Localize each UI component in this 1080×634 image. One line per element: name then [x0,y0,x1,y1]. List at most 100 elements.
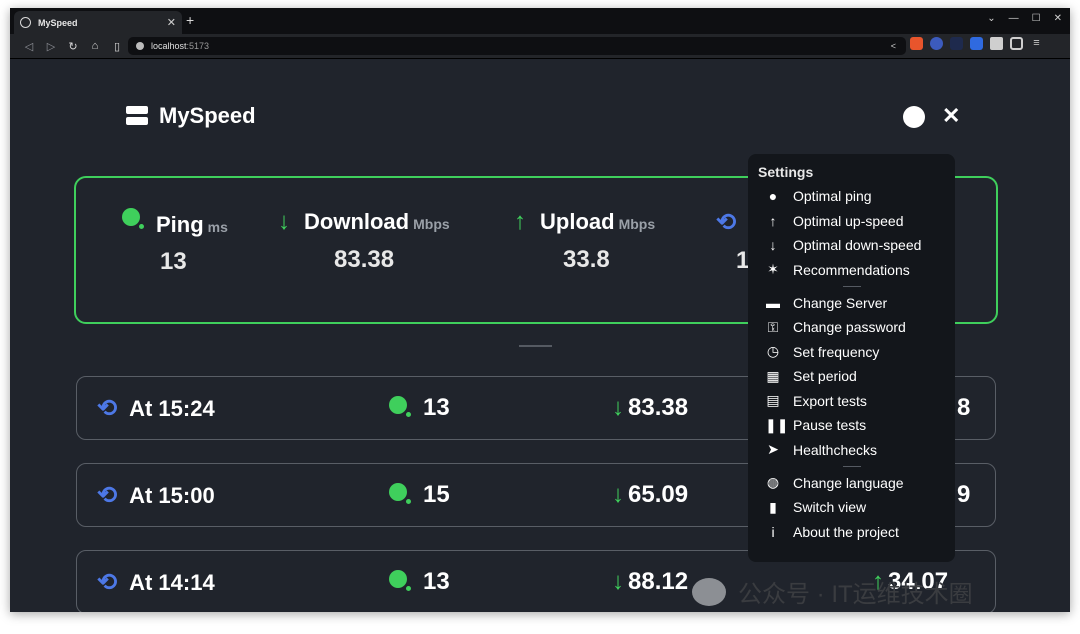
menu-item-export-tests[interactable]: ▤ Export tests [748,389,955,414]
ping-pong-icon [122,208,146,232]
test-ping: 15 [389,481,450,509]
ping-metric: Ping ms 13 [122,208,228,276]
menu-item-label: Optimal up-speed [793,212,904,229]
new-tab-button[interactable]: + [186,12,194,28]
tab-list-chevron-icon[interactable]: ⌄ [987,13,995,24]
window-close-icon[interactable]: ✕ [1054,13,1062,24]
watermark-text: 公众号 · IT运维技术圈 [738,581,973,608]
menu-item-label: Change password [793,319,906,336]
menu-item-label: Change language [793,474,904,491]
settings-menu-title: Settings [758,164,814,180]
maximize-icon[interactable]: ☐ [1032,13,1041,24]
menu-item-recommendations[interactable]: ✶ Recommendations [748,258,955,283]
puzzle-icon[interactable] [990,37,1003,50]
bookmark-icon[interactable]: ▯ [106,40,128,53]
menu-item-change-language[interactable]: ◍ Change language [748,471,955,496]
upload-unit: Mbps [618,216,656,232]
history-icon: ⟲ [97,569,118,596]
test-download-value: 65.09 [628,481,689,508]
share-icon[interactable]: < [891,41,896,51]
magic-wand-icon: ✶ [767,261,779,278]
window-controls: ⌄ — ☐ ✕ [987,13,1062,24]
menu-item-optimal-up-speed[interactable]: ↑ Optimal up-speed [748,209,955,234]
globe-extension-icon[interactable] [930,37,943,50]
app-title: MySpeed [159,103,256,128]
menu-separator [843,285,861,287]
tab-title: MySpeed [38,17,78,28]
arrow-down-icon: ↓ [769,237,777,254]
test-upload-value: 8 [957,394,971,421]
reload-icon[interactable]: ↻ [62,40,84,53]
chart-bars-icon: ▮ [769,498,777,515]
download-label: Download [304,209,410,234]
test-upload: 9 [957,481,970,509]
menu-item-label: Change Server [793,294,888,311]
time-metric: ⟲ 1 [716,208,750,275]
menu-item-change-password[interactable]: ⚿ Change password [748,315,955,340]
history-icon: ⟲ [716,209,737,236]
speedtest-gauge-icon[interactable] [903,106,925,128]
upload-metric: ↑ Upload Mbps 33.8 [514,208,655,274]
menu-item-set-period[interactable]: ▦ Set period [748,364,955,389]
test-ping: 13 [389,568,450,596]
menu-item-healthchecks[interactable]: ➤ Healthchecks [748,438,955,463]
menu-item-optimal-down-speed[interactable]: ↓ Optimal down-speed [748,233,955,258]
ping-label: Ping [156,212,204,237]
play-extension-icon[interactable] [950,37,963,50]
home-icon[interactable]: ⌂ [84,40,106,52]
section-divider [519,345,552,347]
test-time: ⟲ At 15:24 [97,394,215,423]
ping-pong-icon: ● [768,188,778,205]
menu-item-set-frequency[interactable]: ◷ Set frequency [748,340,955,365]
menu-item-pause-tests[interactable]: ❚❚ Pause tests [748,413,955,438]
site-info-icon[interactable] [136,42,144,50]
calendar-icon: ▦ [766,367,780,384]
ping-unit: ms [207,219,228,235]
arrow-down-icon: ↓ [612,481,624,508]
sidebar-toggle-icon[interactable] [1010,37,1023,50]
back-icon[interactable]: ◁ [18,40,40,53]
server-icon: ▬ [766,294,780,311]
download-unit: Mbps [413,216,450,232]
paper-plane-icon: ➤ [767,441,779,458]
test-download: ↓ 65.09 [612,481,688,509]
ping-pong-icon [389,396,413,420]
close-settings-icon[interactable]: ✕ [942,103,960,129]
menu-item-label: Pause tests [793,417,867,434]
menu-separator [843,465,861,467]
menu-item-label: Optimal down-speed [793,237,922,254]
minimize-icon[interactable]: — [1009,13,1019,24]
test-download-value: 83.38 [628,394,689,421]
tab-close-icon[interactable]: ✕ [167,16,176,29]
menu-item-label: Healthchecks [793,441,878,458]
arrow-down-icon: ↓ [278,208,290,235]
key-icon: ⚿ [767,318,779,335]
menu-item-change-server[interactable]: ▬ Change Server [748,291,955,316]
url-host: localhost [151,41,187,51]
address-bar[interactable]: localhost :5173 < [128,37,906,55]
url-port: :5173 [186,41,210,51]
app-page: MySpeed ✕ Ping ms 13 ↓ Download Mbps 83.… [10,59,1070,612]
test-ping: 13 [389,394,450,422]
browser-tab[interactable]: MySpeed ✕ [14,11,182,34]
menu-item-switch-view[interactable]: ▮ Switch view [748,495,955,520]
brave-shield-icon[interactable] [910,37,923,50]
history-icon: ⟲ [97,395,118,422]
forward-icon[interactable]: ▷ [40,40,62,53]
clock-icon: ◷ [766,343,780,360]
arrow-down-icon: ↓ [612,394,624,421]
test-download: ↓ 88.12 [612,568,688,596]
menu-item-label: Set frequency [793,343,880,360]
menu-hamburger-icon[interactable]: ≡ [1030,37,1043,50]
bitwarden-icon[interactable] [970,37,983,50]
test-time: ⟲ At 15:00 [97,481,215,510]
app-header: MySpeed [126,103,256,129]
menu-item-label: Export tests [793,392,867,409]
menu-item-optimal-ping[interactable]: ● Optimal ping [748,184,955,209]
menu-item-about-project[interactable]: i About the project [748,520,955,545]
arrow-up-icon: ↑ [769,212,777,229]
upload-value: 33.8 [563,246,610,273]
test-ping-value: 13 [423,394,450,421]
test-time: ⟲ At 14:14 [97,568,215,597]
test-upload: 8 [957,394,970,422]
